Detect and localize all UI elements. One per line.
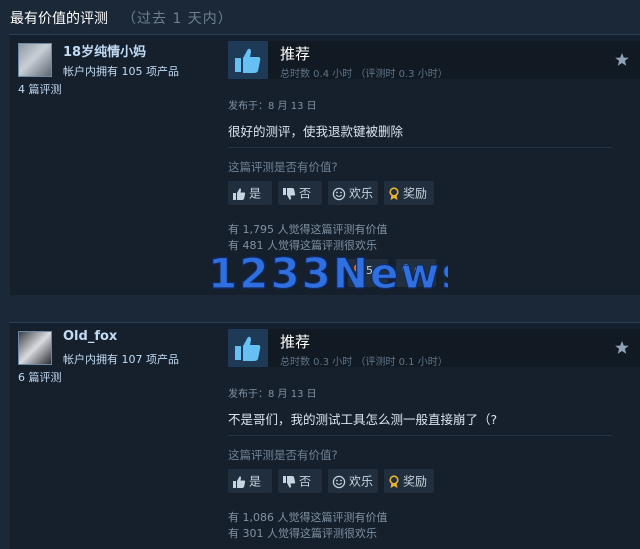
award-label: 奖励 [403,186,428,201]
recommendation-title: 推荐 [280,333,311,351]
helpful-stat: 有 1,795 人觉得这篇评测有价值 [228,223,388,236]
thumbs-up-icon [233,475,246,488]
section-header: 最有价值的评测 （过去 1 天内） [10,8,233,28]
vote-no-button[interactable]: 否 [278,469,322,493]
recommend-thumb [228,329,268,367]
recommendation-title: 推荐 [280,45,311,63]
vote-yes-button[interactable]: 是 [228,469,272,493]
user-name[interactable]: 18岁纯情小妈 [63,41,146,60]
funny-stat: 有 301 人觉得这篇评测很欢乐 [228,527,377,540]
thumbs-up-icon [235,48,261,73]
smiley-icon [332,187,346,200]
recommendation-banner[interactable]: 推荐 总时数 0.3 小时 （评测时 0.1 小时） [228,329,640,368]
vote-yes-button[interactable]: 是 [228,181,272,205]
helpful-stat: 有 1,086 人觉得这篇评测有价值 [228,511,388,524]
divider [228,435,612,436]
section-subtitle: （过去 1 天内） [122,11,233,27]
watermark-text: 1233News [208,249,448,298]
watermark-logo: 1233News [207,248,467,298]
vote-yes-label: 是 [249,474,262,489]
vote-no-label: 否 [299,186,312,201]
posted-date: 发布于：8 月 13 日 [228,101,317,112]
review-count[interactable]: 6 篇评测 [18,369,62,385]
hours-played: 总时数 0.4 小时 （评测时 0.3 小时） [280,69,448,80]
review-content: 不是哥们，我的测试工具怎么测一般直接崩了（? [228,412,498,427]
steam-logo-icon [615,341,629,354]
review-count[interactable]: 4 篇评测 [18,81,62,97]
award-ribbon-icon [389,186,399,200]
smiley-icon [332,475,346,488]
divider [228,147,612,148]
vote-no-label: 否 [299,474,312,489]
products-owned[interactable]: 帐户内拥有 105 项产品 [63,63,179,79]
recommend-thumb [228,41,268,79]
award-ribbon-icon [389,474,399,488]
thumbs-up-icon [235,336,261,361]
thumbs-up-icon [233,187,246,200]
review-card: Old_fox 帐户内拥有 107 项产品 6 篇评测 推荐 总时数 0.3 小… [10,322,640,549]
thumbs-down-icon [283,187,296,200]
products-owned[interactable]: 帐户内拥有 107 项产品 [63,351,179,367]
recommendation-banner[interactable]: 推荐 总时数 0.4 小时 （评测时 0.3 小时） [228,41,640,80]
vote-yes-label: 是 [249,186,262,201]
award-button[interactable]: 奖励 [384,469,434,493]
award-label: 奖励 [403,474,428,489]
review-content: 很好的测评，使我退款键被删除 [228,124,404,139]
review-body: 推荐 总时数 0.3 小时 （评测时 0.1 小时） 发布于：8 月 13 日 … [228,323,640,549]
posted-date: 发布于：8 月 13 日 [228,389,317,400]
helpful-question: 这篇评测是否有价值? [228,160,338,174]
thumbs-down-icon [283,475,296,488]
vote-funny-button[interactable]: 欢乐 [328,181,378,205]
award-button[interactable]: 奖励 [384,181,434,205]
steam-logo-icon [615,53,629,66]
watermark: 1233News [207,248,467,298]
helpful-question: 这篇评测是否有价值? [228,448,338,462]
avatar[interactable] [18,331,52,365]
avatar[interactable] [18,43,52,77]
section-title: 最有价值的评测 [10,11,108,27]
hours-played: 总时数 0.3 小时 （评测时 0.1 小时） [280,357,448,368]
vote-funny-label: 欢乐 [349,474,374,489]
vote-funny-button[interactable]: 欢乐 [328,469,378,493]
vote-funny-label: 欢乐 [349,186,374,201]
vote-no-button[interactable]: 否 [278,181,322,205]
user-name[interactable]: Old_fox [63,329,117,344]
